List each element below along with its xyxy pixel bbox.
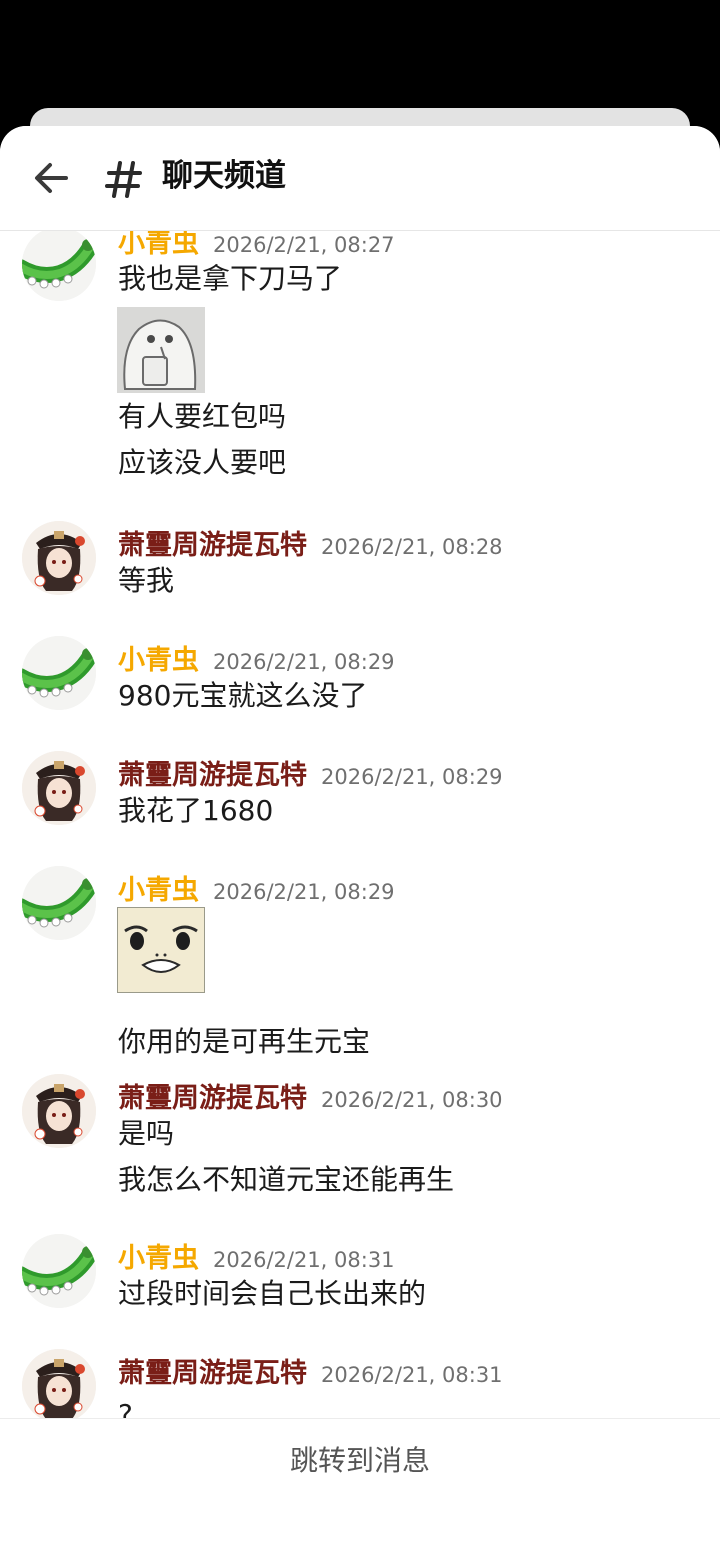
anime-character-avatar[interactable] [22, 1349, 96, 1418]
timestamp: 2026/2/21, 08:31 [213, 1248, 395, 1272]
green-caterpillar-avatar[interactable] [22, 636, 96, 710]
message-list[interactable]: 小青虫 2026/2/21, 08:27 我也是拿下刀马了 有人要红包吗 应该没人… [0, 231, 720, 1418]
funny-face-sticker[interactable] [116, 906, 206, 994]
message-text: 我怎么不知道元宝还能再生 [118, 1163, 455, 1196]
ghost-drinking-sticker[interactable] [117, 307, 205, 393]
timestamp: 2026/2/21, 08:28 [321, 535, 503, 559]
channel-title: 聊天频道 [162, 158, 286, 194]
message-text: 你用的是可再生元宝 [118, 1025, 371, 1058]
message-meta: 萧靊周游提瓦特 2026/2/21, 08:31 [118, 1351, 503, 1390]
arrow-left-icon [35, 163, 68, 193]
message-text: 980元宝就这么没了 [118, 679, 368, 712]
message-meta: 小青虫 2026/2/21, 08:29 [118, 638, 395, 677]
username[interactable]: 萧靊周游提瓦特 [118, 530, 307, 561]
back-button[interactable] [30, 160, 74, 196]
username[interactable]: 萧靊周游提瓦特 [118, 1358, 307, 1389]
green-caterpillar-avatar[interactable] [22, 866, 96, 940]
anime-character-avatar[interactable] [22, 751, 96, 825]
timestamp: 2026/2/21, 08:30 [321, 1088, 503, 1112]
anime-character-avatar[interactable] [22, 1074, 96, 1148]
channel-header: 聊天频道 [0, 126, 720, 231]
message-text: 我花了1680 [118, 794, 274, 827]
message-text: 应该没人要吧 [118, 446, 287, 479]
message-text: 过段时间会自己长出来的 [118, 1277, 427, 1310]
message-text: 是吗 [118, 1117, 175, 1150]
username[interactable]: 小青虫 [118, 1243, 199, 1274]
message-meta: 小青虫 2026/2/21, 08:27 [118, 231, 395, 260]
message-text: ? [118, 1398, 133, 1418]
timestamp: 2026/2/21, 08:29 [213, 650, 395, 674]
username[interactable]: 小青虫 [118, 875, 199, 906]
timestamp: 2026/2/21, 08:27 [213, 233, 395, 257]
screen: 聊天频道 小青虫 2026/2/21, 08:27 我也是拿下刀马了 有人要红包… [0, 0, 720, 1561]
timestamp: 2026/2/21, 08:31 [321, 1363, 503, 1387]
hash-icon [104, 158, 144, 200]
username[interactable]: 小青虫 [118, 645, 199, 676]
message-text: 等我 [118, 564, 175, 597]
timestamp: 2026/2/21, 08:29 [213, 880, 395, 904]
timestamp: 2026/2/21, 08:29 [321, 765, 503, 789]
username[interactable]: 萧靊周游提瓦特 [118, 760, 307, 791]
message-text: 有人要红包吗 [118, 400, 287, 433]
footer-bar: 跳转到消息 [0, 1418, 720, 1561]
message-meta: 小青虫 2026/2/21, 08:29 [118, 868, 395, 907]
message-meta: 萧靊周游提瓦特 2026/2/21, 08:28 [118, 523, 503, 562]
green-caterpillar-avatar[interactable] [22, 231, 96, 301]
message-text: 我也是拿下刀马了 [118, 262, 343, 295]
jump-to-message-button[interactable]: 跳转到消息 [0, 1437, 720, 1485]
message-meta: 萧靊周游提瓦特 2026/2/21, 08:30 [118, 1076, 503, 1115]
channel-sheet: 聊天频道 小青虫 2026/2/21, 08:27 我也是拿下刀马了 有人要红包… [0, 126, 720, 1561]
message-meta: 小青虫 2026/2/21, 08:31 [118, 1236, 395, 1275]
message-meta: 萧靊周游提瓦特 2026/2/21, 08:29 [118, 753, 503, 792]
username[interactable]: 小青虫 [118, 231, 199, 259]
username[interactable]: 萧靊周游提瓦特 [118, 1083, 307, 1114]
green-caterpillar-avatar[interactable] [22, 1234, 96, 1308]
anime-character-avatar[interactable] [22, 521, 96, 595]
